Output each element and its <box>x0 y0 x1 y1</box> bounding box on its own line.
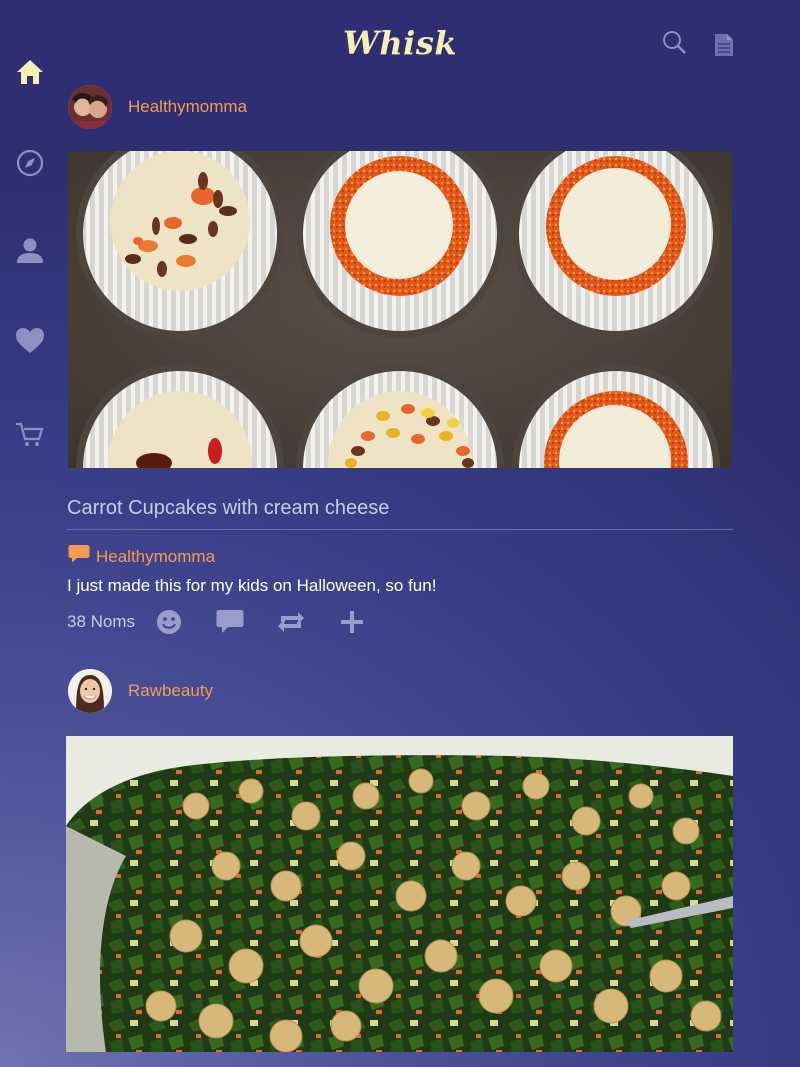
document-icon[interactable] <box>714 33 734 62</box>
avatar[interactable] <box>68 669 112 713</box>
noms-count: 38 Noms <box>67 612 136 631</box>
post-header: Rawbeauty <box>68 669 213 713</box>
cupcakes-photo[interactable] <box>68 151 732 468</box>
repost-icon[interactable] <box>277 608 305 636</box>
heart-icon[interactable] <box>14 325 46 357</box>
chickpea-salad-photo[interactable] <box>66 736 733 1052</box>
comment-author-name[interactable]: Healthymomma <box>96 547 215 567</box>
comment-icon[interactable] <box>216 608 244 636</box>
smile-icon[interactable] <box>155 608 183 636</box>
recipe-title[interactable]: Carrot Cupcakes with cream cheese <box>67 497 389 520</box>
comment-author: Healthymomma <box>68 544 215 569</box>
search-icon[interactable] <box>662 30 686 59</box>
username[interactable]: Healthymomma <box>128 97 247 117</box>
avatar[interactable] <box>68 85 112 129</box>
user-icon[interactable] <box>14 235 46 267</box>
home-icon[interactable] <box>14 56 46 88</box>
post-actions: 38 Noms <box>67 608 399 636</box>
compass-icon[interactable] <box>14 147 46 179</box>
cart-icon[interactable] <box>14 418 46 450</box>
speech-bubble-icon <box>68 544 90 569</box>
add-icon[interactable] <box>338 608 366 636</box>
comment-text: I just made this for my kids on Hallowee… <box>67 576 437 595</box>
username[interactable]: Rawbeauty <box>128 681 213 701</box>
post-header: Healthymomma <box>68 85 247 129</box>
divider <box>66 529 734 530</box>
